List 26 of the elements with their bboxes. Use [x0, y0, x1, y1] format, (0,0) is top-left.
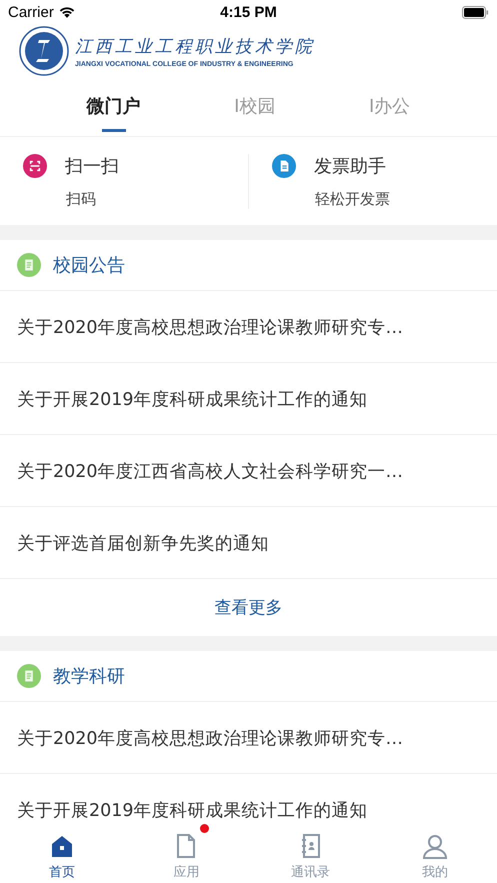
scan-icon[interactable]: [23, 154, 47, 178]
wifi-icon: [58, 6, 76, 18]
carrier-label: Carrier: [8, 4, 54, 20]
news-item[interactable]: 关于2020年度高校思想政治理论课教师研究专…: [17, 726, 404, 750]
note-icon: [17, 253, 41, 277]
note-icon: [17, 664, 41, 688]
college-name: 江西工业工程职业技术学院: [75, 36, 315, 58]
news-item[interactable]: 关于2020年度高校思想政治理论课教师研究专…: [17, 314, 404, 338]
document-icon[interactable]: [272, 154, 296, 178]
view-more-link[interactable]: 查看更多: [214, 596, 282, 619]
clock: 4:15 PM: [220, 4, 277, 20]
tab[interactable]: 微门户: [86, 94, 141, 132]
news-item[interactable]: 关于开展2019年度科研成果统计工作的通知: [17, 798, 368, 822]
shortcut-title[interactable]: 扫一扫: [65, 154, 119, 178]
tab-bar-item[interactable]: 首页: [0, 827, 124, 883]
news-item[interactable]: 关于2020年度江西省高校人文社会科学研究一…: [17, 458, 404, 482]
emblem-icon: [19, 26, 69, 76]
shortcut-title[interactable]: 发票助手: [314, 154, 386, 178]
news-item[interactable]: 关于开展2019年度科研成果统计工作的通知: [17, 386, 368, 410]
battery-icon: [462, 6, 489, 18]
section-title: 教学科研: [53, 665, 125, 688]
person-icon: [420, 832, 449, 860]
shortcut-subtitle: 扫码: [65, 190, 97, 208]
news-item[interactable]: 关于评选首届创新争先奖的通知: [17, 530, 269, 554]
section-title: 校园公告: [53, 254, 125, 277]
shortcut-subtitle: 轻松开发票: [314, 190, 391, 208]
